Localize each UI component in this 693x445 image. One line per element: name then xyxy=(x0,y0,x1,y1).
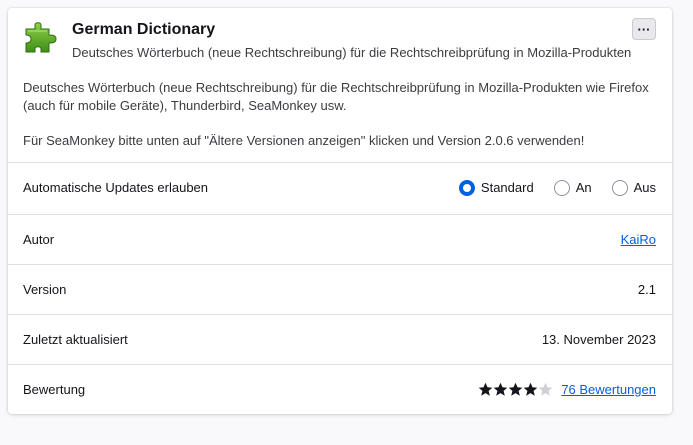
radio-aus[interactable]: Aus xyxy=(611,179,656,196)
version-row: Version 2.1 xyxy=(8,264,672,314)
version-label: Version xyxy=(23,282,67,297)
more-options-button[interactable]: ··· xyxy=(632,18,656,40)
star-filled-icon xyxy=(524,382,538,396)
updates-row: Automatische Updates erlauben Standard A… xyxy=(8,162,672,212)
last-updated-label: Zuletzt aktualisiert xyxy=(23,332,128,347)
description-paragraph: Für SeaMonkey bitte unten auf "Ältere Ve… xyxy=(23,133,585,148)
rating-label: Bewertung xyxy=(23,382,86,397)
updates-label: Automatische Updates erlauben xyxy=(23,180,209,195)
reviews-link[interactable]: 76 Bewertungen xyxy=(561,382,656,397)
updates-radio-group: Standard An Aus xyxy=(439,179,656,196)
version-value: 2.1 xyxy=(637,282,656,297)
star-empty-icon xyxy=(539,382,553,396)
star-rating xyxy=(478,382,553,397)
rating-value: 76 Bewertungen xyxy=(478,382,656,397)
author-row: Autor KaiRo xyxy=(8,214,672,264)
addon-header: German Dictionary Deutsches Wörterbuch (… xyxy=(8,8,672,76)
addon-name: German Dictionary xyxy=(72,21,216,38)
radio-label: Standard xyxy=(480,180,534,195)
author-label: Autor xyxy=(23,232,55,247)
star-filled-icon xyxy=(494,382,508,396)
radio-button[interactable] xyxy=(611,179,628,196)
radio-button-selected[interactable] xyxy=(458,179,475,196)
last-updated-row: Zuletzt aktualisiert 13. November 2023 xyxy=(8,314,672,364)
radio-button[interactable] xyxy=(553,179,570,196)
rating-row: Bewertung 76 Bewertungen xyxy=(8,364,672,414)
last-updated-value: 13. November 2023 xyxy=(541,332,656,347)
addon-details-card: German Dictionary Deutsches Wörterbuch (… xyxy=(8,8,672,414)
star-filled-icon xyxy=(479,382,493,396)
addon-summary: Deutsches Wörterbuch (neue Rechtschreibu… xyxy=(72,45,632,60)
radio-standard[interactable]: Standard xyxy=(458,179,534,196)
radio-label: An xyxy=(575,180,592,195)
addon-description: Deutsches Wörterbuch (neue Rechtschreibu… xyxy=(23,79,663,150)
description-paragraph: Deutsches Wörterbuch (neue Rechtschreibu… xyxy=(23,80,649,113)
puzzle-piece-icon xyxy=(25,22,57,53)
author-link[interactable]: KaiRo xyxy=(621,232,656,247)
radio-an[interactable]: An xyxy=(553,179,592,196)
radio-label: Aus xyxy=(633,180,656,195)
star-filled-icon xyxy=(509,382,523,396)
